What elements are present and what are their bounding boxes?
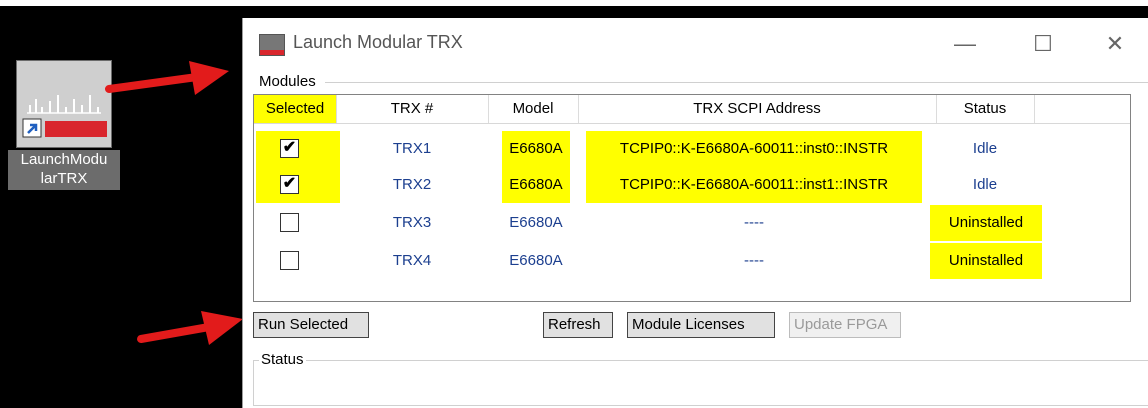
table-row[interactable]: TRX4 E6680A ---- Uninstalled: [254, 243, 1130, 279]
header-trx[interactable]: TRX #: [336, 95, 489, 123]
launch-modular-trx-window: Launch Modular TRX — ☐ ✕ Modules Selecte…: [242, 18, 1148, 408]
row-checkbox[interactable]: [280, 251, 299, 270]
update-fpga-button: Update FPGA: [789, 312, 901, 338]
red-arrow-to-window-icon: [105, 61, 229, 95]
trx-cell: TRX1: [392, 140, 432, 157]
close-button[interactable]: ✕: [1095, 28, 1135, 60]
run-selected-button[interactable]: Run Selected: [253, 312, 369, 338]
trx-cell: TRX2: [392, 176, 432, 193]
model-cell: E6680A: [509, 252, 563, 269]
trx-cell: TRX3: [392, 214, 432, 231]
modules-group-label: Modules: [257, 73, 318, 90]
shortcut-label: LaunchModu larTRX: [8, 150, 120, 190]
model-cell: E6680A: [502, 131, 570, 167]
address-cell: ----: [744, 252, 764, 269]
status-cell: Idle: [972, 140, 998, 157]
selected-cell: ✔: [256, 167, 340, 203]
window-title: Launch Modular TRX: [293, 32, 463, 52]
shortcut-label-line1: LaunchModu: [20, 151, 108, 168]
address-cell: TCPIP0::K-E6680A-60011::inst0::INSTR: [586, 131, 922, 167]
table-row[interactable]: ✔ TRX2 E6680A TCPIP0::K-E6680A-60011::in…: [254, 167, 1130, 203]
trx-cell: TRX4: [392, 252, 432, 269]
selected-cell: ✔: [256, 131, 340, 167]
status-group-label: Status: [259, 351, 306, 368]
module-licenses-button[interactable]: Module Licenses: [627, 312, 775, 338]
modules-table: Selected TRX # Model TRX SCPI Address St…: [253, 94, 1131, 302]
launch-modular-trx-app-icon: [16, 60, 112, 148]
top-strip: [0, 0, 1148, 6]
row-checkbox[interactable]: ✔: [280, 175, 299, 194]
header-selected[interactable]: Selected: [254, 95, 337, 123]
refresh-button[interactable]: Refresh: [543, 312, 613, 338]
title-bar[interactable]: Launch Modular TRX — ☐ ✕: [243, 18, 1148, 70]
status-cell: Uninstalled: [930, 243, 1042, 279]
minimize-button[interactable]: —: [945, 28, 985, 60]
model-cell: E6680A: [502, 167, 570, 203]
desktop-shortcut-launchmodulartrx[interactable]: LaunchModu larTRX: [8, 60, 120, 192]
header-scpi-address[interactable]: TRX SCPI Address: [578, 95, 937, 123]
header-model[interactable]: Model: [488, 95, 579, 123]
red-arrow-to-run-selected-icon: [137, 311, 243, 345]
window-app-icon: [259, 34, 285, 56]
row-checkbox[interactable]: [280, 213, 299, 232]
table-header: Selected TRX # Model TRX SCPI Address St…: [254, 95, 1130, 124]
address-cell: TCPIP0::K-E6680A-60011::inst1::INSTR: [586, 167, 922, 203]
status-cell: Uninstalled: [930, 205, 1042, 241]
status-cell: Idle: [972, 176, 998, 193]
table-row[interactable]: ✔ TRX1 E6680A TCPIP0::K-E6680A-60011::in…: [254, 131, 1130, 167]
model-cell: E6680A: [509, 214, 563, 231]
address-cell: ----: [744, 214, 764, 231]
selected-cell: [256, 205, 340, 241]
shortcut-label-line2: larTRX: [40, 170, 88, 187]
selected-cell: [256, 243, 340, 279]
status-group-box: [253, 360, 1148, 406]
maximize-button[interactable]: ☐: [1023, 28, 1063, 60]
modules-group-border: [325, 82, 1148, 83]
row-checkbox[interactable]: ✔: [280, 139, 299, 158]
header-status[interactable]: Status: [936, 95, 1035, 123]
table-row[interactable]: TRX3 E6680A ---- Uninstalled: [254, 205, 1130, 241]
